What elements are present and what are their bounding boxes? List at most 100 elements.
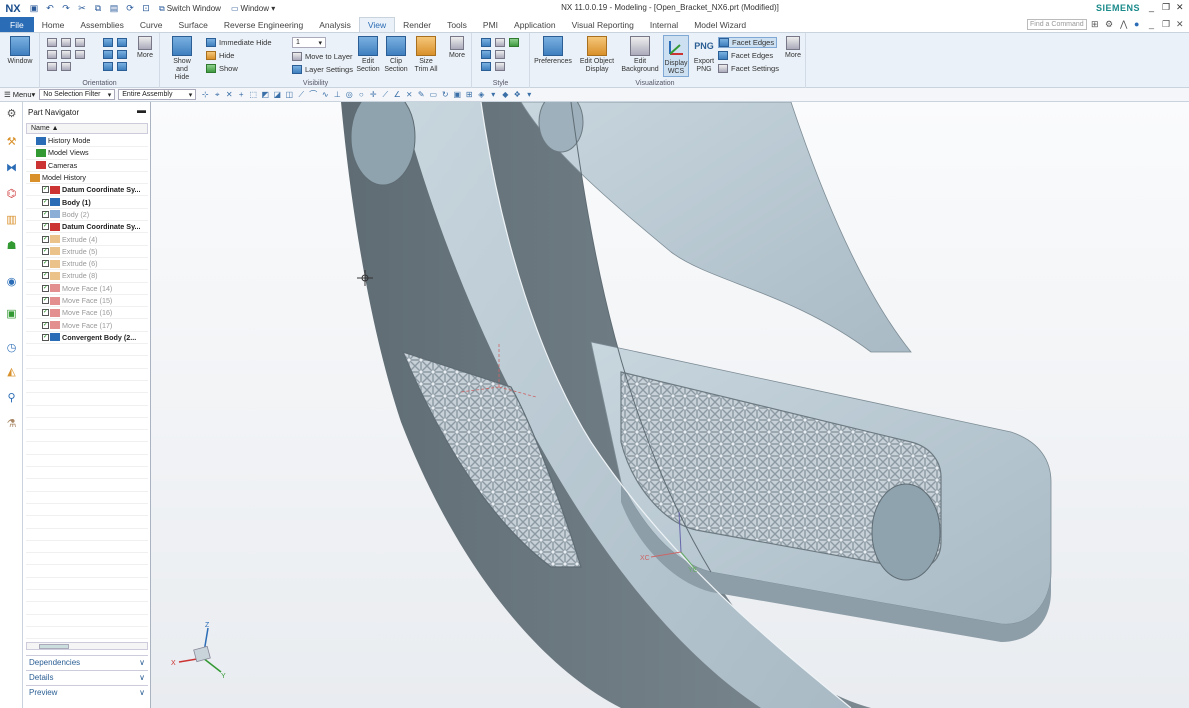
tree-item[interactable]: ✓ Convergent Body (2... bbox=[26, 332, 148, 345]
arc-icon[interactable]: ⌒ bbox=[308, 90, 318, 100]
visibility-checkbox[interactable]: ✓ bbox=[42, 309, 49, 317]
crosshair-icon[interactable]: ✛ bbox=[368, 90, 378, 100]
gear-icon[interactable]: ⚙ bbox=[1105, 19, 1113, 30]
web-browser-icon[interactable]: ◉ bbox=[4, 274, 19, 289]
help-icon[interactable]: ● bbox=[1134, 19, 1139, 29]
hidden-edges-icon[interactable] bbox=[495, 50, 505, 59]
find-command-input[interactable]: Find a Command bbox=[1027, 19, 1087, 30]
work-layer-dropdown[interactable]: 1 ▾ bbox=[292, 37, 326, 48]
tab-analysis[interactable]: Analysis bbox=[311, 17, 359, 32]
rotate-view-icon[interactable]: ↻ bbox=[440, 90, 450, 100]
edit-section-button[interactable]: Edit Section bbox=[356, 36, 380, 74]
history-icon[interactable]: ▣ bbox=[4, 306, 19, 321]
undo-icon[interactable]: ↶ bbox=[43, 2, 57, 16]
tab-render[interactable]: Render bbox=[395, 17, 439, 32]
axis-icon[interactable]: ⊥ bbox=[332, 90, 342, 100]
studio-icon[interactable] bbox=[509, 38, 519, 47]
tree-item[interactable]: ✓ Datum Coordinate Sy... bbox=[26, 221, 148, 234]
tree-item[interactable]: ✓ Body (2) bbox=[26, 209, 148, 222]
tree-item[interactable]: History Mode bbox=[26, 135, 148, 148]
tree-item[interactable]: ✓ Datum Coordinate Sy... bbox=[26, 184, 148, 197]
tree-item[interactable]: ✓ Extrude (4) bbox=[26, 233, 148, 246]
refresh-icon[interactable] bbox=[117, 62, 127, 71]
front-view-icon[interactable] bbox=[61, 50, 71, 59]
rotate-icon[interactable] bbox=[75, 38, 85, 47]
deselect-icon[interactable]: ✕ bbox=[224, 90, 234, 100]
process-studio-icon[interactable]: ⚲ bbox=[4, 390, 19, 405]
options-icon[interactable]: ▾ bbox=[524, 90, 534, 100]
top-view-icon[interactable] bbox=[47, 50, 57, 59]
wireframe-icon[interactable] bbox=[481, 50, 491, 59]
edit-background-button[interactable]: Edit Background bbox=[620, 36, 660, 74]
bottom-view-icon[interactable] bbox=[117, 50, 127, 59]
tab-file[interactable]: File bbox=[0, 17, 34, 32]
visibility-checkbox[interactable]: ✓ bbox=[42, 260, 49, 268]
window-menu-button[interactable]: ▭ Window ▾ bbox=[226, 2, 280, 16]
visibility-checkbox[interactable]: ✓ bbox=[42, 321, 49, 329]
circle-icon[interactable]: ○ bbox=[356, 90, 366, 100]
tree-item[interactable]: ✓ Extrude (8) bbox=[26, 270, 148, 283]
assembly-navigator-icon[interactable]: ⚒ bbox=[4, 134, 19, 149]
tab-tools[interactable]: Tools bbox=[439, 17, 475, 32]
facet-settings-button[interactable]: Facet Settings bbox=[718, 63, 779, 74]
tab-visual-reporting[interactable]: Visual Reporting bbox=[564, 17, 642, 32]
visibility-checkbox[interactable]: ✓ bbox=[42, 247, 49, 255]
tab-application[interactable]: Application bbox=[506, 17, 564, 32]
paste-icon[interactable]: ▤ bbox=[107, 2, 121, 16]
orientation-more-button[interactable]: More bbox=[134, 36, 156, 60]
shaded-icon[interactable] bbox=[495, 38, 505, 47]
sketch-icon[interactable]: ✎ bbox=[416, 90, 426, 100]
doc-close-icon[interactable]: ✕ bbox=[1176, 19, 1184, 30]
part-icon[interactable]: ◆ bbox=[500, 90, 510, 100]
preview-panel[interactable]: Preview ∨ bbox=[26, 685, 148, 699]
ribbon-options-icon[interactable]: ⋀ bbox=[1120, 19, 1127, 30]
visibility-checkbox[interactable]: ✓ bbox=[42, 223, 49, 231]
mesh-icon[interactable]: ⊞ bbox=[464, 90, 474, 100]
filter-icon[interactable]: ⌖ bbox=[212, 90, 222, 100]
clock-icon[interactable]: ◷ bbox=[4, 340, 19, 355]
facet-edges-toggle-1[interactable]: Facet Edges bbox=[718, 37, 778, 48]
visibility-checkbox[interactable]: ✓ bbox=[42, 198, 49, 206]
visualization-more-button[interactable]: More bbox=[782, 36, 804, 60]
selection-filter-dropdown[interactable]: No Selection Filter ▾ bbox=[39, 89, 116, 100]
tab-reverse-engineering[interactable]: Reverse Engineering bbox=[216, 17, 311, 32]
intersection-icon[interactable]: ⨯ bbox=[404, 90, 414, 100]
touch-mode-icon[interactable]: ⊡ bbox=[139, 2, 153, 16]
restore-view-icon[interactable] bbox=[103, 62, 113, 71]
navigator-horizontal-scrollbar[interactable] bbox=[26, 642, 148, 650]
line-icon[interactable]: ⟋ bbox=[296, 90, 306, 100]
tree-item[interactable]: ✓ Extrude (6) bbox=[26, 258, 148, 271]
size-trim-all-button[interactable]: Size Trim All bbox=[412, 36, 440, 74]
tangent-icon[interactable]: ⟋ bbox=[380, 90, 390, 100]
show-and-hide-button[interactable]: Show and Hide bbox=[168, 36, 196, 82]
roles-icon[interactable]: ⚗ bbox=[4, 416, 19, 431]
doc-minimize-icon[interactable]: _ bbox=[1149, 19, 1154, 29]
curve-icon[interactable]: ∿ bbox=[320, 90, 330, 100]
visibility-checkbox[interactable]: ✓ bbox=[42, 272, 49, 280]
save-icon[interactable]: ▣ bbox=[27, 2, 41, 16]
selection-scope-dropdown[interactable]: Entire Assembly ▾ bbox=[118, 89, 197, 100]
redo-icon[interactable]: ↷ bbox=[59, 2, 73, 16]
visibility-checkbox[interactable]: ✓ bbox=[42, 284, 49, 292]
tree-item[interactable]: Cameras bbox=[26, 160, 148, 172]
point-icon[interactable]: + bbox=[236, 90, 246, 100]
show-button[interactable]: Show bbox=[206, 63, 238, 74]
tab-view[interactable]: View bbox=[358, 17, 396, 32]
tree-item[interactable]: ✓ Move Face (14) bbox=[26, 283, 148, 295]
move-to-layer-button[interactable]: Move to Layer bbox=[292, 51, 353, 62]
frame-icon[interactable]: ▣ bbox=[452, 90, 462, 100]
close-icon[interactable]: ✕ bbox=[1176, 2, 1184, 13]
dependencies-panel[interactable]: Dependencies ∨ bbox=[26, 655, 148, 669]
tab-assemblies[interactable]: Assemblies bbox=[72, 17, 131, 32]
navigator-minimize-icon[interactable]: ▬ bbox=[137, 105, 146, 115]
graphics-viewport[interactable]: XC YC Z X Y bbox=[151, 102, 1189, 708]
constraint-navigator-icon[interactable]: ⧓ bbox=[4, 160, 19, 175]
tab-model-wizard[interactable]: Model Wizard bbox=[686, 17, 754, 32]
part-navigator-icon[interactable]: ⌬ bbox=[4, 186, 19, 201]
features-icon[interactable]: ◫ bbox=[284, 90, 294, 100]
fit-icon[interactable] bbox=[47, 38, 57, 47]
repeat-command-icon[interactable]: ⟳ bbox=[123, 2, 137, 16]
view-toggle-icon[interactable]: ▭ bbox=[428, 90, 438, 100]
facet-edges-toggle-2[interactable]: Facet Edges bbox=[718, 50, 773, 61]
tree-item[interactable]: ✓ Move Face (16) bbox=[26, 307, 148, 320]
